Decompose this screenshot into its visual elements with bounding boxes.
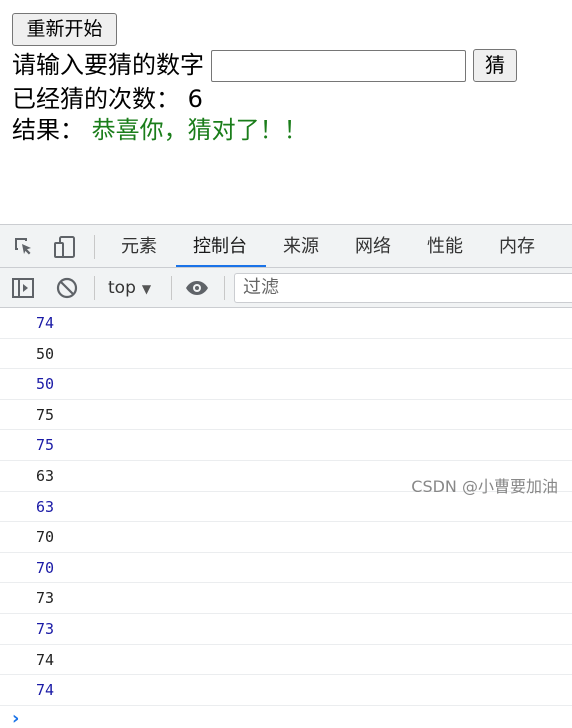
console-log-value: 50: [36, 375, 55, 394]
guess-button[interactable]: 猜: [473, 49, 517, 82]
context-value: top: [108, 278, 136, 298]
tabbar-separator: [94, 235, 95, 259]
console-log-value: 74: [36, 650, 55, 669]
toolbar-separator: [94, 276, 95, 300]
guess-count-label: 已经猜的次数：: [12, 85, 180, 113]
console-log-row: 74: [0, 645, 572, 676]
eye-icon[interactable]: [185, 276, 209, 300]
result-label: 结果：: [12, 116, 84, 144]
console-log-value: 73: [36, 620, 55, 638]
console-log-row: 73: [0, 614, 572, 645]
tab-network[interactable]: 网络: [355, 225, 391, 267]
sidebar-toggle-icon[interactable]: [11, 276, 35, 300]
console-prompt-icon[interactable]: ›: [12, 708, 19, 728]
page-content: 重新开始 请输入要猜的数字 猜 已经猜的次数： 6 结果： 恭喜你，猜对了！！: [0, 0, 572, 224]
console-log-row: 75: [0, 400, 572, 431]
console-log-value: 73: [36, 589, 55, 608]
console-log-value: 63: [36, 497, 55, 516]
guess-count-value: 6: [187, 85, 203, 113]
active-tab-indicator: [176, 265, 266, 267]
guess-input-label: 请输入要猜的数字: [12, 51, 204, 79]
context-selector[interactable]: top ▼: [108, 268, 151, 308]
clear-console-icon[interactable]: [55, 276, 79, 300]
tab-elements[interactable]: 元素: [121, 225, 157, 267]
console-log-value: 75: [36, 405, 55, 424]
console-log-value: 74: [36, 681, 55, 700]
console-log-row: 50: [0, 339, 572, 370]
result-text: 恭喜你，猜对了！！: [91, 116, 308, 144]
console-log-row: 70: [0, 553, 572, 584]
console-log-row: 50: [0, 369, 572, 400]
console-log-value: 74: [36, 314, 55, 332]
console-log-row: 70: [0, 522, 572, 553]
device-toolbar-icon[interactable]: [53, 235, 77, 259]
result-row: 结果： 恭喜你，猜对了！！: [12, 115, 308, 145]
dropdown-arrow-icon: ▼: [141, 282, 152, 296]
console-log-value: 63: [36, 467, 55, 485]
console-log-value: 70: [36, 528, 55, 547]
console-log-value: 50: [36, 344, 55, 363]
guess-number-input[interactable]: [211, 50, 466, 82]
inspect-element-icon[interactable]: [12, 235, 36, 259]
console-filter-input[interactable]: 过滤: [234, 273, 572, 303]
tab-console[interactable]: 控制台: [193, 225, 247, 267]
console-log-row: 74: [0, 308, 572, 339]
watermark: CSDN @小曹要加油: [411, 477, 558, 496]
console-log-area: 74 50 50 75 75 63 63 70 70 73 73 74 74: [0, 308, 572, 706]
console-log-row: 74: [0, 675, 572, 706]
toolbar-separator: [224, 276, 225, 300]
tab-memory[interactable]: 内存: [499, 225, 535, 267]
guess-input-row: 请输入要猜的数字: [12, 50, 204, 80]
guess-count-row: 已经猜的次数： 6: [12, 84, 203, 114]
filter-placeholder: 过滤: [243, 277, 279, 298]
tab-sources[interactable]: 来源: [283, 225, 319, 267]
restart-button[interactable]: 重新开始: [12, 13, 117, 46]
console-toolbar: top ▼ 过滤: [0, 268, 572, 308]
devtools-tabbar: 元素 控制台 来源 网络 性能 内存: [0, 224, 572, 268]
tab-performance[interactable]: 性能: [427, 225, 463, 267]
console-log-row: 73: [0, 583, 572, 614]
console-log-row: 75: [0, 430, 572, 461]
toolbar-separator: [171, 276, 172, 300]
console-log-value: 75: [36, 436, 55, 455]
console-log-value: 70: [36, 558, 55, 577]
